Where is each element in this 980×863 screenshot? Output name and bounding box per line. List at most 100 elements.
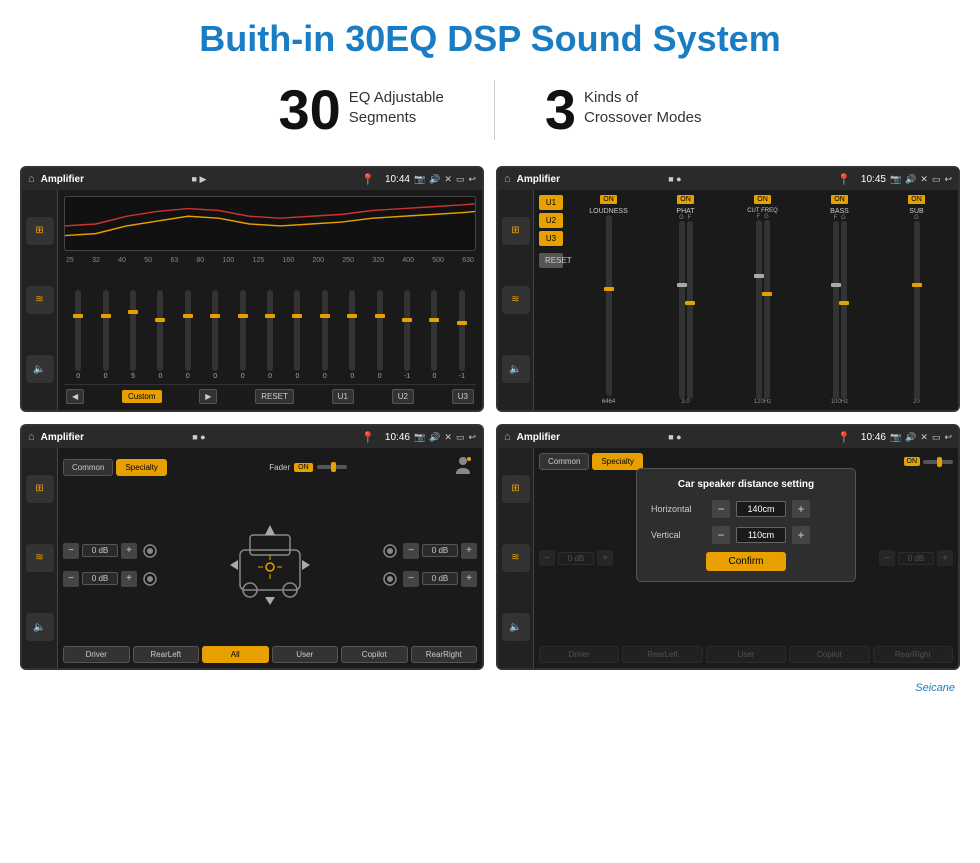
fader-volume-icon[interactable]: 🔊: [429, 432, 440, 443]
fader-sidebar-btn-1[interactable]: ⊞: [26, 475, 54, 503]
eq-slider-12[interactable]: -1: [395, 290, 419, 380]
cx-u2-btn[interactable]: U2: [539, 213, 563, 228]
eq-u3-btn[interactable]: U3: [452, 389, 474, 404]
cx-home-icon[interactable]: ⌂: [504, 173, 511, 185]
camera-icon[interactable]: 📷: [414, 174, 425, 185]
cx-sidebar-btn-3[interactable]: 🔈: [502, 355, 530, 383]
fader-btn-rearright[interactable]: RearRight: [411, 646, 478, 663]
confirm-button[interactable]: Confirm: [706, 552, 786, 571]
dist-tab-common[interactable]: Common: [539, 453, 589, 470]
eq-slider-11[interactable]: 0: [367, 290, 391, 380]
front-left-value: 0 dB: [82, 544, 118, 557]
eq-sidebar-btn-1[interactable]: ⊞: [26, 217, 54, 245]
cx-u1-btn[interactable]: U1: [539, 195, 563, 210]
cx-bass-on[interactable]: ON: [831, 195, 848, 204]
cx-camera-icon[interactable]: 📷: [890, 174, 901, 185]
eq-slider-6[interactable]: 0: [230, 290, 254, 380]
eq-custom-btn[interactable]: Custom: [122, 390, 162, 403]
eq-slider-3[interactable]: 0: [148, 290, 172, 380]
cx-loudness-slider[interactable]: [606, 215, 612, 396]
cx-window-icon[interactable]: ▭: [932, 174, 941, 185]
eq-slider-7[interactable]: 0: [258, 290, 282, 380]
front-left-plus[interactable]: +: [121, 543, 137, 559]
eq-slider-2[interactable]: 5: [121, 290, 145, 380]
cx-reset-btn[interactable]: RESET: [539, 253, 563, 268]
eq-reset-btn[interactable]: RESET: [255, 389, 294, 404]
rear-right-plus[interactable]: +: [461, 571, 477, 587]
dist-tab-specialty[interactable]: Specialty: [592, 453, 642, 470]
cx-loudness-on[interactable]: ON: [600, 195, 617, 204]
cx-back-icon[interactable]: ↩: [944, 174, 952, 185]
fader-home-icon[interactable]: ⌂: [28, 431, 35, 443]
dist-camera-icon[interactable]: 📷: [890, 432, 901, 443]
dist-sidebar-btn-2[interactable]: ≋: [502, 544, 530, 572]
front-right-minus[interactable]: −: [403, 543, 419, 559]
cx-close-icon[interactable]: ✕: [920, 174, 928, 185]
eq-slider-8[interactable]: 0: [285, 290, 309, 380]
vertical-minus[interactable]: −: [712, 526, 730, 544]
eq-slider-9[interactable]: 0: [313, 290, 337, 380]
fader-tab-specialty[interactable]: Specialty: [116, 459, 166, 476]
home-icon[interactable]: ⌂: [28, 173, 35, 185]
cx-sidebar-btn-2[interactable]: ≋: [502, 286, 530, 314]
eq-u2-btn[interactable]: U2: [392, 389, 414, 404]
fader-camera-icon[interactable]: 📷: [414, 432, 425, 443]
rear-right-minus[interactable]: −: [403, 571, 419, 587]
front-left-minus[interactable]: −: [63, 543, 79, 559]
fader-btn-user[interactable]: User: [272, 646, 339, 663]
eq-prev-btn[interactable]: ◀: [66, 389, 84, 404]
cx-phat-g-slider[interactable]: G: [679, 215, 685, 399]
horizontal-plus[interactable]: +: [792, 500, 810, 518]
fader-on-badge[interactable]: ON: [294, 463, 313, 472]
fader-sidebar-btn-3[interactable]: 🔈: [26, 613, 54, 641]
back-icon[interactable]: ↩: [468, 174, 476, 185]
vertical-plus[interactable]: +: [792, 526, 810, 544]
close-icon[interactable]: ✕: [444, 174, 452, 185]
horizontal-label: Horizontal: [651, 504, 706, 514]
eq-u1-btn[interactable]: U1: [332, 389, 354, 404]
volume-icon[interactable]: 🔊: [429, 174, 440, 185]
dist-sidebar-btn-3[interactable]: 🔈: [502, 613, 530, 641]
horizontal-minus[interactable]: −: [712, 500, 730, 518]
cx-sub-on[interactable]: ON: [908, 195, 925, 204]
fader-btn-rearleft[interactable]: RearLeft: [133, 646, 200, 663]
window-icon[interactable]: ▭: [456, 174, 465, 185]
dist-back-icon[interactable]: ↩: [944, 432, 952, 443]
dist-home-icon[interactable]: ⌂: [504, 431, 511, 443]
fader-btn-driver[interactable]: Driver: [63, 646, 130, 663]
fader-slider-icon[interactable]: [317, 461, 347, 473]
eq-slider-1[interactable]: 0: [93, 290, 117, 380]
fader-close-icon[interactable]: ✕: [444, 432, 452, 443]
eq-slider-13[interactable]: 0: [422, 290, 446, 380]
eq-slider-14[interactable]: -1: [450, 290, 474, 380]
rear-left-plus[interactable]: +: [121, 571, 137, 587]
cx-phat-f-slider[interactable]: F: [687, 215, 693, 399]
fader-btn-all[interactable]: All: [202, 646, 269, 663]
cx-u3-btn[interactable]: U3: [539, 231, 563, 246]
fader-btn-copilot[interactable]: Copilot: [341, 646, 408, 663]
cx-volume-icon[interactable]: 🔊: [905, 174, 916, 185]
dist-close-icon[interactable]: ✕: [920, 432, 928, 443]
cx-cutfreq-on[interactable]: ON: [754, 195, 771, 204]
eq-slider-10[interactable]: 0: [340, 290, 364, 380]
fader-window-icon[interactable]: ▭: [456, 432, 465, 443]
eq-sidebar-btn-3[interactable]: 🔈: [26, 355, 54, 383]
dist-window-icon[interactable]: ▭: [932, 432, 941, 443]
dist-volume-icon[interactable]: 🔊: [905, 432, 916, 443]
fader-bottom-buttons: Driver RearLeft All User Copilot RearRig…: [63, 646, 477, 663]
fader-sidebar-btn-2[interactable]: ≋: [26, 544, 54, 572]
rear-left-minus[interactable]: −: [63, 571, 79, 587]
eq-play-btn[interactable]: ▶: [199, 389, 217, 404]
front-right-plus[interactable]: +: [461, 543, 477, 559]
cx-phat-on[interactable]: ON: [677, 195, 694, 204]
screen-fader-time: 10:46: [385, 432, 410, 443]
fader-tab-common[interactable]: Common: [63, 459, 113, 476]
fader-back-icon[interactable]: ↩: [468, 432, 476, 443]
eq-slider-4[interactable]: 0: [176, 290, 200, 380]
eq-slider-5[interactable]: 0: [203, 290, 227, 380]
cx-sidebar-btn-1[interactable]: ⊞: [502, 217, 530, 245]
eq-sidebar-btn-2[interactable]: ≋: [26, 286, 54, 314]
fader-label: Fader: [269, 463, 290, 472]
dist-sidebar-btn-1[interactable]: ⊞: [502, 475, 530, 503]
eq-slider-0[interactable]: 0: [66, 290, 90, 380]
